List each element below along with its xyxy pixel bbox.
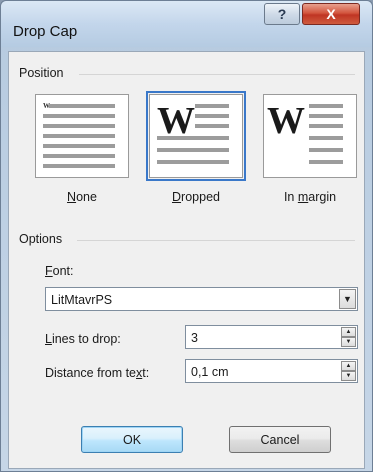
title-bar[interactable]: Drop Cap ? X [1,1,372,47]
dropdown-arrow-icon[interactable]: ▼ [339,289,356,309]
lines-to-drop-spinner[interactable]: 3 ▲ ▼ [185,325,358,349]
distance-value: 0,1 cm [191,365,229,379]
no-drop-cap-icon: W [39,98,125,174]
lines-to-drop-value: 3 [191,331,198,345]
distance-label: Distance from text: [45,366,150,380]
options-divider [77,240,355,241]
ok-label: OK [122,432,142,447]
font-combobox[interactable]: LitMtavrPS ▼ [45,287,358,311]
spin-up-icon[interactable]: ▲ [341,361,356,371]
close-icon: X [326,6,336,22]
margin-letter: W [267,100,305,142]
spin-down-icon[interactable]: ▼ [341,371,356,381]
close-button[interactable]: X [302,3,360,25]
font-value: LitMtavrPS [51,293,113,307]
dialog-window: Drop Cap ? X Position W None W Dropped W… [0,0,373,472]
option-none[interactable]: W [35,94,129,178]
option-dropped[interactable]: W [146,91,246,181]
drop-letter: W [157,100,195,142]
cancel-button[interactable]: Cancel [229,426,331,453]
position-divider [79,74,355,75]
spin-up-icon[interactable]: ▲ [341,327,356,337]
lines-to-drop-label: Lines to drop: [45,332,121,346]
margin-cap-icon: W [267,98,353,174]
distance-spinner[interactable]: 0,1 cm ▲ ▼ [185,359,358,383]
ok-button[interactable]: OK [81,426,183,453]
option-in-margin[interactable]: W [263,94,357,178]
position-group-label: Position [19,66,64,80]
cancel-label: Cancel [260,432,300,447]
spin-down-icon[interactable]: ▼ [341,337,356,347]
option-dropped-label[interactable]: Dropped [149,190,243,204]
option-none-label[interactable]: None [35,190,129,204]
option-in-margin-label[interactable]: In margin [263,190,357,204]
help-button[interactable]: ? [264,3,300,25]
dropped-cap-icon: W [153,98,239,174]
font-label: Font: [45,264,74,278]
dialog-title: Drop Cap [13,23,78,40]
options-group-label: Options [19,232,63,246]
help-icon: ? [277,6,287,22]
dialog-client-area: Position W None W Dropped W In margin Op… [8,51,365,469]
